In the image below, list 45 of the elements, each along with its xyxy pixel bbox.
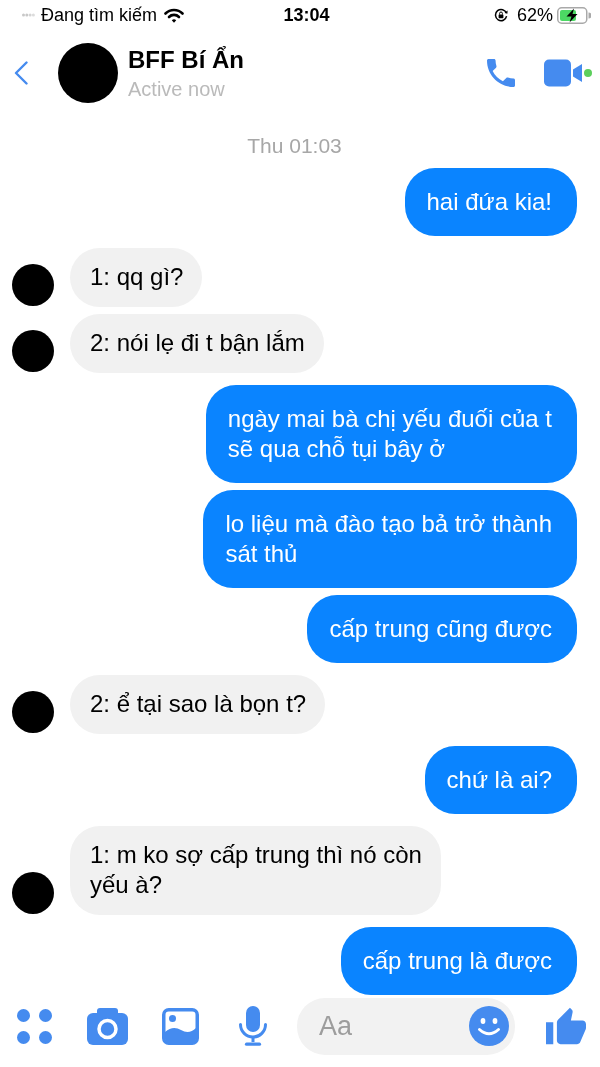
camera-icon [87,1007,128,1045]
sent-message: cấp trung cũng được [307,595,577,663]
four-dots-icon [17,1008,52,1044]
sent-message: ngày mai bà chị yếu đuối của t sẽ qua chỗ tụi bây ở [205,385,577,483]
clock-time: 13:04 [283,4,330,26]
image-icon [162,1007,199,1045]
received-message: 2: ể tại sao là bọn t? [70,675,326,734]
smiley-icon [469,1006,509,1046]
sender-avatar [12,330,54,372]
rotation-lock-icon [493,8,508,22]
thumbs-up-icon [546,1006,586,1046]
sender-avatar [12,691,54,733]
received-message: 1: qq gì? [70,248,203,307]
sender-avatar [12,264,54,306]
sender-avatar [12,872,54,914]
like-button[interactable] [546,1006,586,1046]
camera-button[interactable] [87,1007,128,1045]
battery-charging-icon [557,6,591,24]
voice-record-button[interactable] [238,1006,268,1046]
microphone-icon [238,1006,268,1046]
contact-name: BFF Bí Ẩn [128,45,244,74]
message-timestamp: Thu 01:03 [247,134,342,158]
back-chevron-icon [14,61,28,85]
sent-message: lo liệu mà đào tạo bả trở thành sát thủ [203,490,577,588]
contact-avatar [58,43,118,103]
back-button[interactable] [14,61,28,85]
phone-icon [487,59,515,87]
wifi-icon [164,7,185,23]
battery-percent: 62% [516,4,553,26]
more-apps-button[interactable] [17,1008,52,1044]
message-input[interactable]: Aa [297,997,515,1055]
sent-message: chứ là ai? [424,746,577,814]
video-camera-icon [544,59,582,87]
carrier-status: Đang tìm kiếm [41,4,158,26]
active-status: Active now [128,76,225,101]
voice-call-button[interactable] [487,59,515,87]
gallery-button[interactable] [162,1007,199,1045]
received-message: 1: m ko sợ cấp trung thì nó còn yếu à? [70,826,441,915]
online-dot-icon [584,69,592,77]
emoji-button[interactable] [469,1006,509,1046]
no-signal-icon [22,13,35,17]
video-call-button[interactable] [544,59,582,87]
sent-message: hai đứa kia! [404,168,577,236]
sent-message: cấp trung là được [340,927,577,995]
received-message: 2: nói lẹ đi t bận lắm [70,314,324,373]
